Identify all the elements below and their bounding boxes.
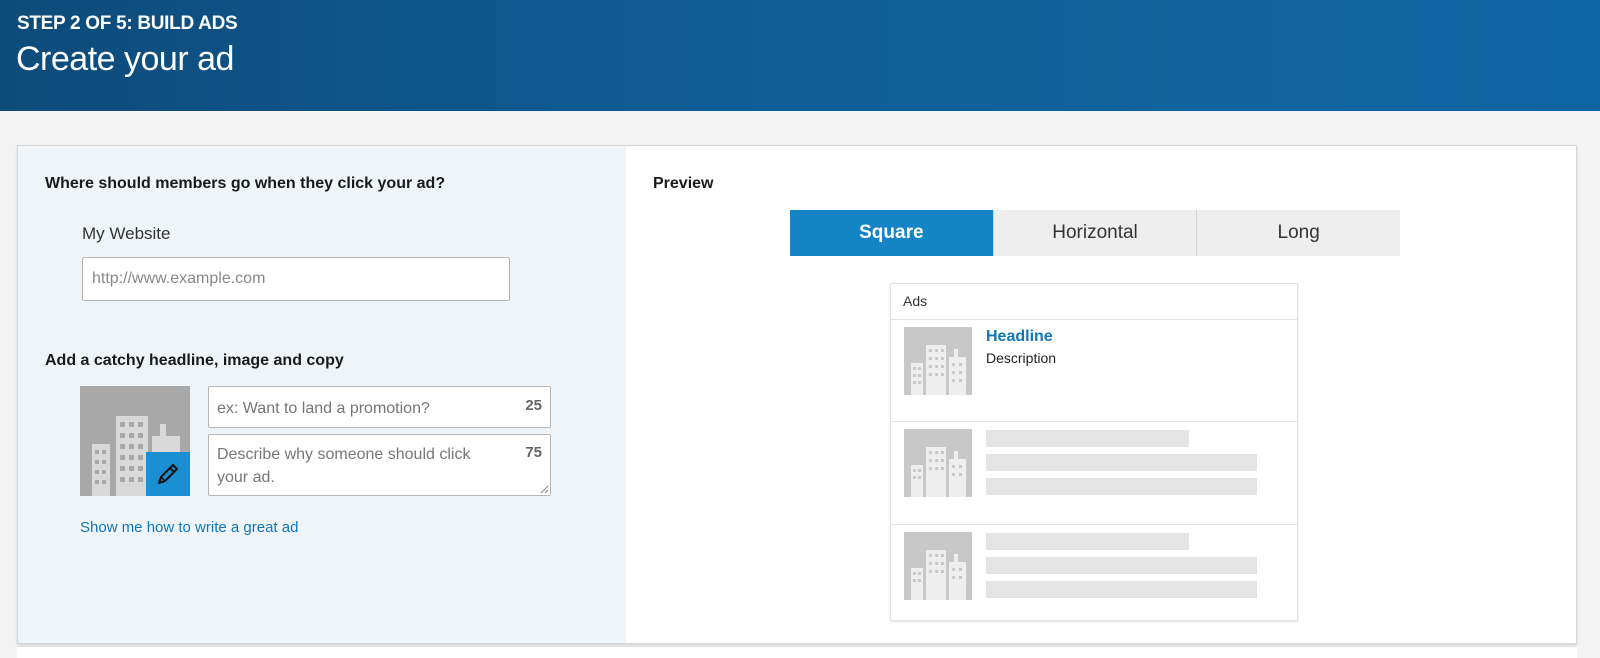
ad-preview-image <box>904 327 972 395</box>
ad-form-panel: Where should members go when they click … <box>18 146 626 643</box>
resize-handle-icon[interactable] <box>539 484 549 494</box>
destination-question: Where should members go when they click … <box>45 175 446 192</box>
ad-builder-card: Where should members go when they click … <box>17 145 1577 644</box>
page-header: STEP 2 OF 5: BUILD ADS Create your ad <box>0 0 1600 111</box>
headline-char-count: 25 <box>525 397 542 414</box>
tab-long[interactable]: Long <box>1196 210 1401 256</box>
placeholder-text-line <box>986 430 1189 447</box>
description-textarea[interactable]: Describe why someone should click your a… <box>208 434 551 496</box>
tab-horizontal[interactable]: Horizontal <box>992 210 1197 256</box>
building-placeholder-icon <box>911 550 966 600</box>
ad-preview-headline[interactable]: Headline <box>986 328 1053 346</box>
ad-preview-box: Ads Headline Description <box>890 283 1298 621</box>
description-placeholder: Describe why someone should click your a… <box>217 446 471 486</box>
ad-image-upload[interactable] <box>80 386 190 496</box>
placeholder-text-line <box>986 478 1257 495</box>
tab-square[interactable]: Square <box>790 210 993 256</box>
preview-format-tabs: Square Horizontal Long <box>790 210 1401 256</box>
ad-preview-description: Description <box>986 350 1057 366</box>
website-url-input[interactable] <box>82 257 510 301</box>
placeholder-ad-image <box>904 532 972 600</box>
placeholder-text-line <box>986 454 1257 471</box>
headline-input[interactable]: ex: Want to land a promotion? 25 <box>208 386 551 428</box>
page-title: Create your ad <box>16 40 234 78</box>
next-section-edge <box>17 646 1577 658</box>
building-placeholder-icon <box>911 447 966 497</box>
preview-label: Preview <box>653 175 714 192</box>
creative-section-title: Add a catchy headline, image and copy <box>45 352 344 369</box>
ad-writing-help-link[interactable]: Show me how to write a great ad <box>80 519 298 536</box>
placeholder-text-line <box>986 557 1257 574</box>
placeholder-text-line <box>986 533 1189 550</box>
website-option-label: My Website <box>82 224 171 243</box>
step-indicator: STEP 2 OF 5: BUILD ADS <box>17 13 238 34</box>
divider <box>891 421 1297 422</box>
divider <box>891 319 1297 320</box>
pencil-icon <box>158 464 178 484</box>
description-char-count: 75 <box>525 444 542 461</box>
headline-placeholder: ex: Want to land a promotion? <box>217 400 430 417</box>
ads-label: Ads <box>903 293 928 309</box>
placeholder-ad-image <box>904 429 972 497</box>
building-placeholder-icon <box>911 345 966 395</box>
divider <box>891 524 1297 525</box>
placeholder-text-line <box>986 581 1257 598</box>
edit-image-button[interactable] <box>146 452 190 496</box>
